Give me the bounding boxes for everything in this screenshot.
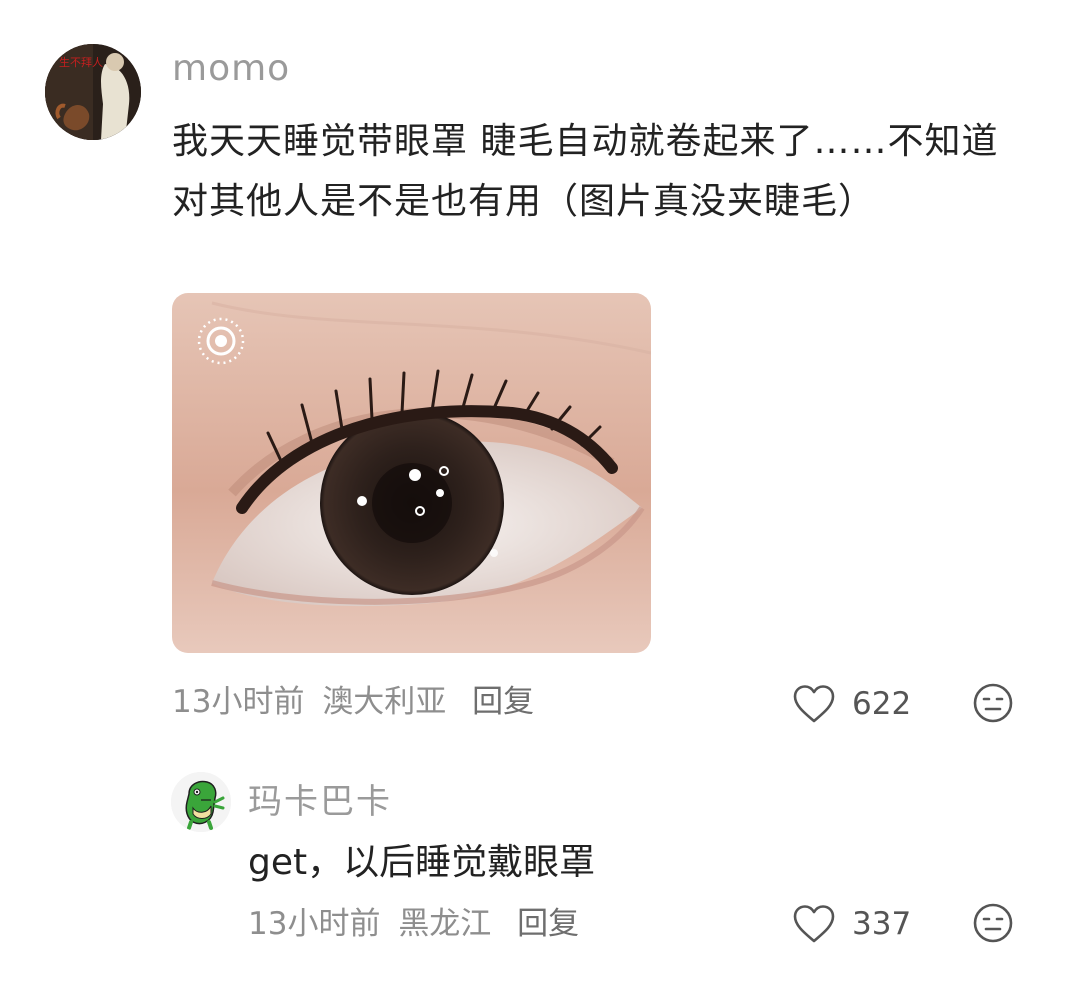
reply-button[interactable]: 回复 [517,902,579,946]
comment-meta: 13小时前 黑龙江 回复 [248,902,579,946]
username[interactable]: momo [172,48,290,89]
comment-text: get，以后睡觉戴眼罩 [248,842,596,883]
reply-item: 玛卡巴卡 get，以后睡觉戴眼罩 13小时前 黑龙江 回复 337 [0,760,1080,981]
location: 黑龙江 [398,906,492,942]
location: 澳大利亚 [322,684,447,720]
dislike-button[interactable] [972,682,1014,728]
avatar[interactable] [171,772,231,832]
username[interactable]: 玛卡巴卡 [248,774,392,823]
comment-meta: 13小时前 澳大利亚 回复 [172,680,534,724]
dislike-button[interactable] [972,902,1014,948]
like-button[interactable]: 622 [792,680,911,728]
like-count: 337 [852,906,912,942]
comment-photo[interactable] [172,293,651,653]
avatar-image: 生不拜人 [45,44,141,140]
timestamp: 13小时前 [248,906,381,942]
avatar[interactable]: 生不拜人 [45,44,141,140]
heart-outline-icon [793,685,835,723]
heart-outline-icon [793,905,835,943]
comment-text: 我天天睡觉带眼罩 睫毛自动就卷起来了……不知道对其他人是不是也有用（图片真没夹睫… [172,121,999,222]
like-button[interactable]: 337 [792,900,911,948]
timestamp: 13小时前 [172,684,305,720]
like-count: 622 [852,686,912,722]
meh-face-icon [973,903,1013,943]
avatar-text: 生不拜人 [59,55,103,69]
meh-face-icon [973,683,1013,723]
reply-button[interactable]: 回复 [472,680,534,724]
avatar-image [171,772,231,832]
comment-item: 生不拜人 momo 我天天睡觉带眼罩 睫毛自动就卷起来了……不知道对其他人是不是… [0,0,1080,760]
